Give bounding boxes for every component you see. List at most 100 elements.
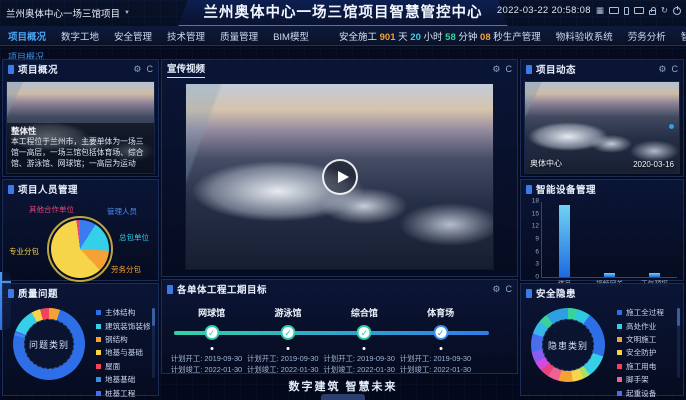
carousel-dot[interactable] — [669, 124, 674, 129]
donut-center-label: 隐患类别 — [542, 319, 594, 371]
nav-tab-left-1[interactable]: 数字工地 — [61, 29, 99, 43]
pie[interactable] — [51, 220, 109, 278]
legend-scrollbar[interactable] — [152, 308, 155, 378]
y-tick: 9 — [526, 236, 539, 243]
panel-marker-icon — [8, 289, 14, 298]
nav-tab-right-0[interactable]: 生产管理 — [503, 29, 541, 43]
bottom-drawer-handle[interactable] — [321, 394, 365, 400]
nav-tab-left-3[interactable]: 技术管理 — [167, 29, 205, 43]
safety-hours: 20 — [410, 32, 421, 43]
top-bar: 兰州奥体中心一场三馆项目 ▼ 兰州奥体中心一场三馆项目智慧管控中心 2022-0… — [0, 0, 686, 26]
project-selector-label: 兰州奥体中心一场三馆项目 — [6, 6, 120, 20]
legend-marker — [96, 364, 101, 369]
milestone-check-icon[interactable]: ✓ — [281, 325, 296, 340]
milestone-dates: 计划开工: 2019-09-30计划竣工: 2022-01-30 — [396, 354, 486, 375]
panel-project-overview: 项目概况 ⚙ C 整体性 本工程位于兰州市，主要单体为一场三馆一高层，一场三馆包括… — [2, 59, 159, 177]
lock-icon[interactable] — [649, 10, 656, 15]
legend-item-1[interactable]: 建筑装饰装修 — [96, 319, 151, 332]
devices-bar-chart: 0369121518塔吊视频网关天气预报 — [541, 202, 677, 278]
panel-title: 项目动态 — [536, 62, 576, 76]
legend-label: 主体结构 — [105, 307, 135, 318]
panel-news: 项目动态 ⚙ C 奥体中心 2020-03-16 — [520, 59, 684, 177]
refresh-icon[interactable]: C — [147, 64, 154, 75]
gear-icon[interactable]: ⚙ — [133, 64, 141, 75]
panel-devices: 智能设备管理 0369121518塔吊视频网关天气预报 — [520, 179, 684, 281]
panel-marker-icon — [8, 185, 14, 194]
legend-item-3[interactable]: 地基与基础 — [96, 346, 151, 359]
legend-item-2[interactable]: 钢结构 — [96, 333, 151, 346]
panel-title: 智能设备管理 — [536, 182, 596, 196]
milestone-check-icon[interactable]: ✓ — [433, 325, 448, 340]
safety-donut-chart[interactable]: 隐患类别 — [531, 308, 605, 382]
y-tick: 6 — [526, 248, 539, 255]
video-player[interactable] — [185, 83, 494, 270]
legend-marker — [96, 310, 101, 315]
panel-title: 各单体工程工期目标 — [177, 282, 267, 296]
pie-label-0: 其他合作单位 — [29, 204, 74, 215]
legend-label: 文明施工 — [626, 334, 656, 345]
legend-label: 高处作业 — [626, 321, 656, 332]
nav-tabs-left: 项目概况 数字工地 安全管理 技术管理 质量管理 BIM模型 — [8, 29, 309, 43]
milestone-name: 体育场 — [396, 306, 486, 319]
nav-tab-right-3[interactable]: 智慧党建 — [681, 29, 686, 43]
legend-label: 屋面 — [105, 361, 120, 372]
nav-tab-left-4[interactable]: 质量管理 — [220, 29, 258, 43]
legend-item-0[interactable]: 施工全过程 — [617, 306, 664, 319]
nav-tabs-right: 生产管理物料验收系统劳务分析智慧党建经营管理 — [503, 29, 686, 43]
grid-icon[interactable]: ▦ — [596, 5, 604, 16]
page-title: 兰州奥体中心一场三馆项目智慧管控中心 — [178, 0, 508, 27]
power-icon[interactable] — [673, 7, 681, 15]
y-tick: 3 — [526, 261, 539, 268]
overview-overlay: 整体性 本工程位于兰州市，主要单体为一场三馆一高层，一场三馆包括体育场、综合馆、… — [7, 123, 154, 173]
legend-item-0[interactable]: 主体结构 — [96, 306, 151, 319]
panel-title: 项目概况 — [18, 62, 58, 76]
panel-schedule: 各单体工程工期目标 ⚙C 网球馆✓计划开工: 2019-09-30计划竣工: 2… — [161, 279, 518, 374]
gear-icon[interactable]: ⚙ — [658, 64, 666, 75]
legend-scrollbar[interactable] — [677, 308, 680, 378]
gear-icon[interactable]: ⚙ — [492, 64, 500, 75]
refresh-icon[interactable]: C — [672, 64, 679, 75]
milestone-check-icon[interactable]: ✓ — [357, 325, 372, 340]
bar[interactable] — [559, 205, 570, 277]
play-icon[interactable] — [322, 159, 358, 195]
bar[interactable] — [604, 273, 615, 277]
legend-item-1[interactable]: 高处作业 — [617, 319, 664, 332]
project-selector[interactable]: 兰州奥体中心一场三馆项目 ▼ — [6, 6, 130, 20]
legend-item-3[interactable]: 安全防护 — [617, 346, 664, 359]
quality-donut-chart[interactable]: 问题类别 — [13, 308, 85, 380]
panel-video: 宣传视频 ⚙ C — [161, 59, 518, 277]
refresh-icon[interactable]: C — [506, 284, 513, 295]
legend-item-4[interactable]: 屋面 — [96, 360, 151, 373]
news-caption: 奥体中心 — [530, 158, 562, 169]
nav-tab-left-5[interactable]: BIM模型 — [273, 29, 309, 43]
legend-label: 安全防护 — [626, 347, 656, 358]
monitor-icon[interactable] — [609, 7, 619, 14]
schedule-timeline: 网球馆✓计划开工: 2019-09-30计划竣工: 2022-01-30游泳馆✓… — [162, 298, 517, 372]
bar[interactable] — [649, 273, 660, 277]
nav-tab-right-2[interactable]: 劳务分析 — [628, 29, 666, 43]
milestone-dot — [287, 347, 290, 350]
desktop-icon[interactable] — [634, 7, 644, 14]
legend-marker — [617, 364, 622, 369]
legend-label: 钢结构 — [105, 334, 128, 345]
panel-title: 项目人员管理 — [18, 182, 78, 196]
refresh-icon[interactable]: C — [506, 64, 513, 75]
refresh-icon[interactable]: ↻ — [661, 5, 668, 16]
phone-icon[interactable] — [624, 7, 629, 15]
panel-personnel: 项目人员管理 其他合作单位管理人员总包单位劳务分包专业分包 — [2, 179, 159, 281]
tab-promo-video[interactable]: 宣传视频 — [167, 61, 205, 78]
legend-item-4[interactable]: 施工用电 — [617, 360, 664, 373]
legend-item-2[interactable]: 文明施工 — [617, 333, 664, 346]
nav-tab-left-0[interactable]: 项目概况 — [8, 29, 46, 43]
milestone-dot — [363, 347, 366, 350]
nav-tab-left-2[interactable]: 安全管理 — [114, 29, 152, 43]
news-image[interactable]: 奥体中心 2020-03-16 — [524, 81, 680, 174]
nav-tab-right-1[interactable]: 物料验收系统 — [556, 29, 613, 43]
legend-marker — [617, 324, 622, 329]
panel-title: 安全隐患 — [536, 286, 576, 300]
milestone-check-icon[interactable]: ✓ — [204, 325, 219, 340]
safety-minutes: 58 — [445, 32, 456, 43]
gear-icon[interactable]: ⚙ — [492, 284, 500, 295]
legend-marker — [96, 324, 101, 329]
milestone-dot — [210, 347, 213, 350]
